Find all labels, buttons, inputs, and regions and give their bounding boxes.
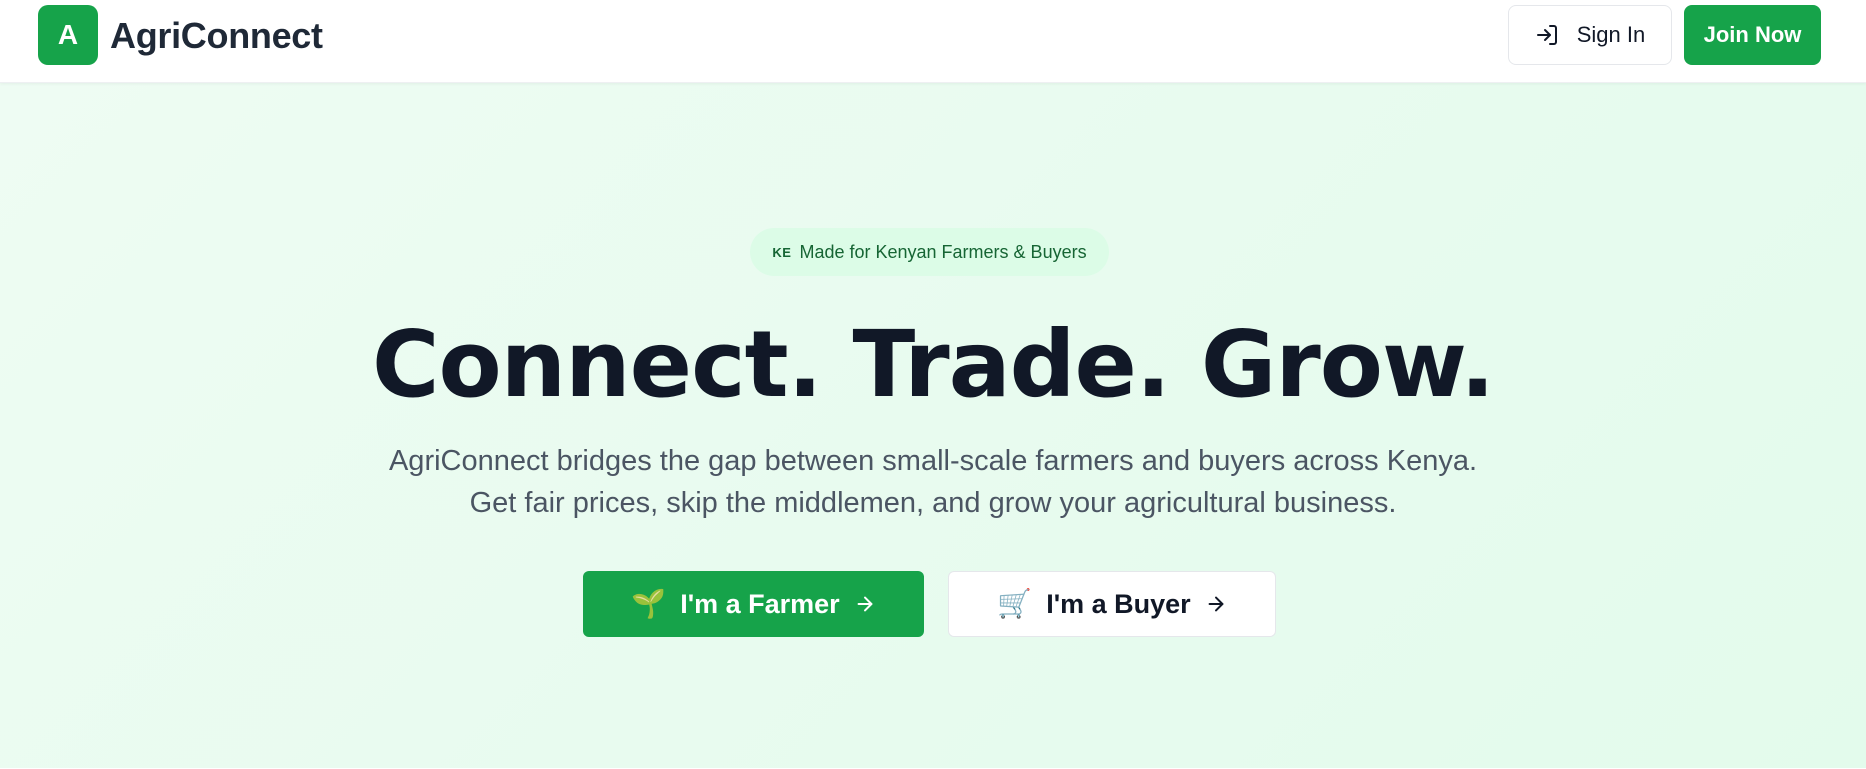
hero-subtext-line-1: AgriConnect bridges the gap between smal… xyxy=(388,445,1478,477)
region-badge-text: Made for Kenyan Farmers & Buyers xyxy=(799,241,1087,262)
farmer-button-label: I'm a Farmer xyxy=(680,588,840,619)
hero-headline: Connect. Trade. Grow. xyxy=(371,311,1495,418)
cart-icon: 🛒 xyxy=(997,588,1033,619)
brand-name[interactable]: AgriConnect xyxy=(110,14,323,58)
sign-in-icon xyxy=(1535,23,1559,47)
join-now-button[interactable]: Join Now xyxy=(1684,5,1821,65)
buyer-button-label: I'm a Buyer xyxy=(1046,588,1191,619)
arrow-right-icon xyxy=(1205,593,1227,615)
logo-icon[interactable]: A xyxy=(38,5,98,65)
arrow-right-icon xyxy=(854,593,876,615)
hero-subtext: AgriConnect bridges the gap between smal… xyxy=(0,440,1866,524)
kenya-flag-icon: KE xyxy=(772,244,792,260)
sign-in-label: Sign In xyxy=(1576,22,1646,47)
join-now-label: Join Now xyxy=(1703,22,1802,47)
buyer-button[interactable]: 🛒 I'm a Buyer xyxy=(948,571,1276,637)
region-badge: KE Made for Kenyan Farmers & Buyers xyxy=(750,228,1109,276)
farmer-button[interactable]: 🌱 I'm a Farmer xyxy=(583,571,924,637)
hero-section xyxy=(0,83,1866,769)
seedling-icon: 🌱 xyxy=(631,588,667,619)
sign-in-button[interactable]: Sign In xyxy=(1508,5,1672,65)
hero-subtext-line-2: Get fair prices, skip the middlemen, and… xyxy=(469,487,1397,519)
top-navbar: A AgriConnect Sign In Join Now xyxy=(0,0,1866,83)
